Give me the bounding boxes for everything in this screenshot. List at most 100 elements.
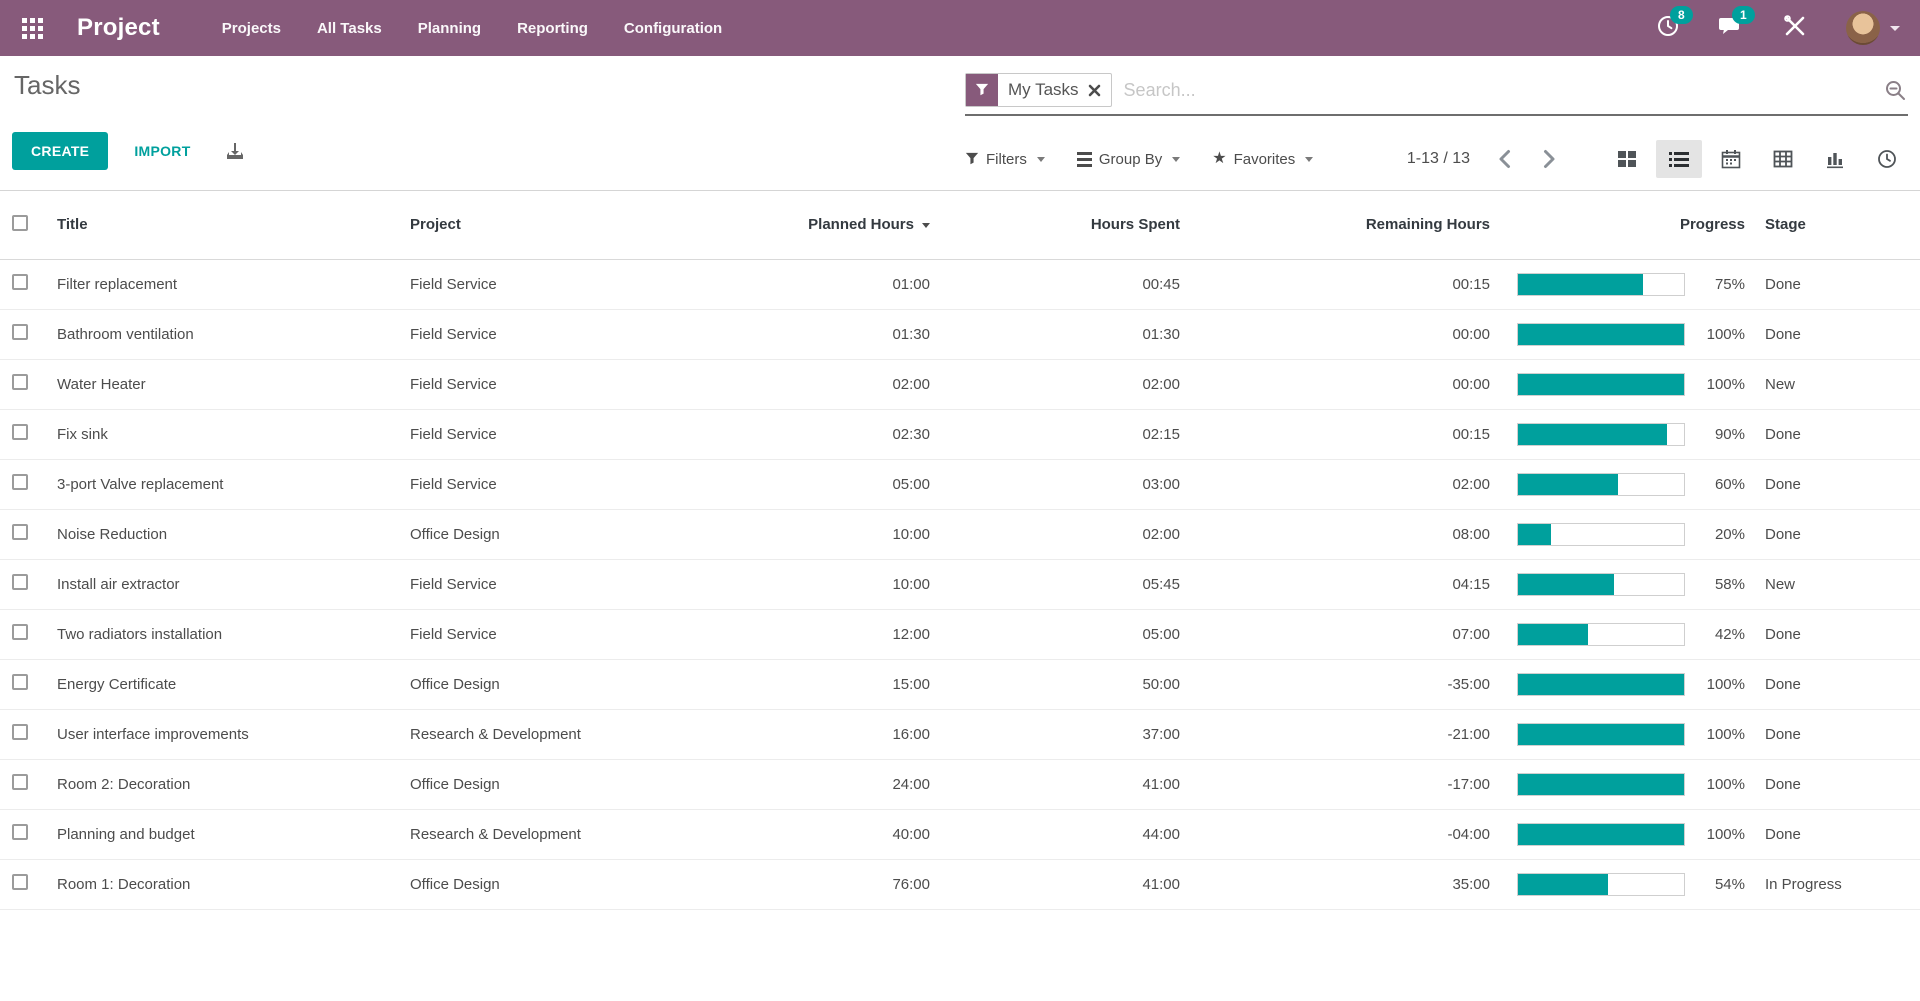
row-checkbox[interactable] xyxy=(12,874,28,890)
table-row[interactable]: Water Heater Field Service 02:00 02:00 0… xyxy=(0,359,1920,410)
app-brand[interactable]: Project xyxy=(77,14,160,42)
menu-all-tasks[interactable]: All Tasks xyxy=(317,20,382,37)
row-checkbox[interactable] xyxy=(12,724,28,740)
stage-cell: Done xyxy=(1765,809,1920,860)
search-magnifier-icon[interactable] xyxy=(1884,79,1906,101)
column-header-title[interactable]: Title xyxy=(45,191,400,260)
hours-spent-cell: 02:15 xyxy=(945,409,1195,460)
cp-buttons: CREATE IMPORT xyxy=(12,132,245,170)
message-count-badge: 1 xyxy=(1732,5,1755,24)
task-title-cell: Filter replacement xyxy=(45,259,400,310)
project-cell: Research & Development xyxy=(400,709,720,760)
table-row[interactable]: 3-port Valve replacement Field Service 0… xyxy=(0,459,1920,510)
progress-bar xyxy=(1517,422,1685,446)
list-view-button[interactable] xyxy=(1656,140,1702,178)
table-row[interactable]: Install air extractor Field Service 10:0… xyxy=(0,559,1920,610)
pager-previous-icon[interactable] xyxy=(1494,145,1515,173)
row-checkbox[interactable] xyxy=(12,574,28,590)
search-input[interactable] xyxy=(1123,79,1884,101)
column-header-remaining-hours[interactable]: Remaining Hours xyxy=(1195,191,1505,260)
progress-bar xyxy=(1517,322,1685,346)
activity-count-badge: 8 xyxy=(1670,5,1693,24)
calendar-view-button[interactable] xyxy=(1708,140,1754,178)
table-row[interactable]: Noise Reduction Office Design 10:00 02:0… xyxy=(0,509,1920,560)
messages-button[interactable]: 1 xyxy=(1718,5,1755,43)
hours-spent-cell: 05:45 xyxy=(945,559,1195,610)
user-menu[interactable] xyxy=(1846,11,1900,45)
hours-spent-cell: 00:45 xyxy=(945,259,1195,310)
pager-range[interactable]: 1-13 / 13 xyxy=(1407,150,1470,168)
menu-planning[interactable]: Planning xyxy=(418,20,481,37)
progress-cell: 100% xyxy=(1505,759,1765,810)
table-row[interactable]: Two radiators installation Field Service… xyxy=(0,609,1920,660)
cp-actions: Filters Group By ★ Favorites 1-13 / 13 xyxy=(965,140,1910,178)
kanban-view-button[interactable] xyxy=(1604,140,1650,178)
create-button[interactable]: CREATE xyxy=(12,132,109,170)
progress-percent: 75% xyxy=(1714,275,1745,293)
menu-projects[interactable]: Projects xyxy=(222,20,281,37)
column-header-stage[interactable]: Stage xyxy=(1765,191,1920,260)
progress-bar-fill xyxy=(1518,773,1684,795)
column-header-planned-hours[interactable]: Planned Hours xyxy=(720,191,945,260)
progress-bar xyxy=(1517,472,1685,496)
row-checkbox[interactable] xyxy=(12,324,28,340)
stage-cell: Done xyxy=(1765,259,1920,310)
debug-tools-button[interactable] xyxy=(1782,13,1808,44)
group-by-dropdown[interactable]: Group By xyxy=(1076,151,1181,168)
select-all-checkbox[interactable] xyxy=(12,214,28,231)
table-row[interactable]: Fix sink Field Service 02:30 02:15 00:15… xyxy=(0,409,1920,460)
task-title-cell: Water Heater xyxy=(45,359,400,410)
progress-cell: 60% xyxy=(1505,459,1765,510)
row-checkbox[interactable] xyxy=(12,674,28,690)
remaining-hours-cell: 04:15 xyxy=(1195,559,1505,610)
row-checkbox[interactable] xyxy=(12,274,28,290)
favorites-dropdown[interactable]: ★ Favorites xyxy=(1212,151,1314,168)
table-row[interactable]: User interface improvements Research & D… xyxy=(0,709,1920,760)
table-row[interactable]: Room 2: Decoration Office Design 24:00 4… xyxy=(0,759,1920,810)
row-checkbox[interactable] xyxy=(12,824,28,840)
column-header-progress[interactable]: Progress xyxy=(1505,191,1765,260)
table-row[interactable]: Planning and budget Research & Developme… xyxy=(0,809,1920,860)
table-row[interactable]: Room 1: Decoration Office Design 76:00 4… xyxy=(0,859,1920,910)
remaining-hours-cell: 00:00 xyxy=(1195,309,1505,360)
progress-bar-fill xyxy=(1518,623,1588,645)
progress-cell: 100% xyxy=(1505,659,1765,710)
column-header-hours-spent[interactable]: Hours Spent xyxy=(945,191,1195,260)
hours-spent-cell: 01:30 xyxy=(945,309,1195,360)
task-title-cell: Planning and budget xyxy=(45,809,400,860)
remaining-hours-cell: 07:00 xyxy=(1195,609,1505,660)
table-row[interactable]: Filter replacement Field Service 01:00 0… xyxy=(0,259,1920,310)
progress-percent: 54% xyxy=(1714,875,1745,893)
row-checkbox[interactable] xyxy=(12,424,28,440)
list-icon xyxy=(1669,152,1689,167)
chevron-down-icon xyxy=(1036,156,1045,162)
table-row[interactable]: Bathroom ventilation Field Service 01:30… xyxy=(0,309,1920,360)
menu-configuration[interactable]: Configuration xyxy=(624,20,722,37)
avatar xyxy=(1846,11,1880,45)
activities-button[interactable]: 8 xyxy=(1656,5,1693,43)
row-checkbox[interactable] xyxy=(12,624,28,640)
export-download-icon[interactable] xyxy=(225,141,245,161)
stage-cell: Done xyxy=(1765,459,1920,510)
table-row[interactable]: Energy Certificate Office Design 15:00 5… xyxy=(0,659,1920,710)
row-checkbox[interactable] xyxy=(12,524,28,540)
task-title-cell: Two radiators installation xyxy=(45,609,400,660)
stage-cell: Done xyxy=(1765,609,1920,660)
progress-cell: 75% xyxy=(1505,259,1765,310)
filters-dropdown[interactable]: Filters xyxy=(965,151,1045,168)
menu-reporting[interactable]: Reporting xyxy=(517,20,588,37)
row-checkbox[interactable] xyxy=(12,774,28,790)
pager-next-icon[interactable] xyxy=(1539,145,1560,173)
progress-percent: 100% xyxy=(1706,375,1745,393)
odoo-project-app: Project Projects All Tasks Planning Repo… xyxy=(0,0,1920,1001)
pivot-view-button[interactable] xyxy=(1760,140,1806,178)
activity-view-button[interactable] xyxy=(1864,140,1910,178)
progress-percent: 100% xyxy=(1706,775,1745,793)
apps-grid-icon[interactable] xyxy=(22,17,43,39)
import-button[interactable]: IMPORT xyxy=(134,143,190,159)
facet-remove-icon[interactable] xyxy=(1088,84,1101,97)
row-checkbox[interactable] xyxy=(12,374,28,390)
column-header-project[interactable]: Project xyxy=(400,191,720,260)
graph-view-button[interactable] xyxy=(1812,140,1858,178)
row-checkbox[interactable] xyxy=(12,474,28,490)
